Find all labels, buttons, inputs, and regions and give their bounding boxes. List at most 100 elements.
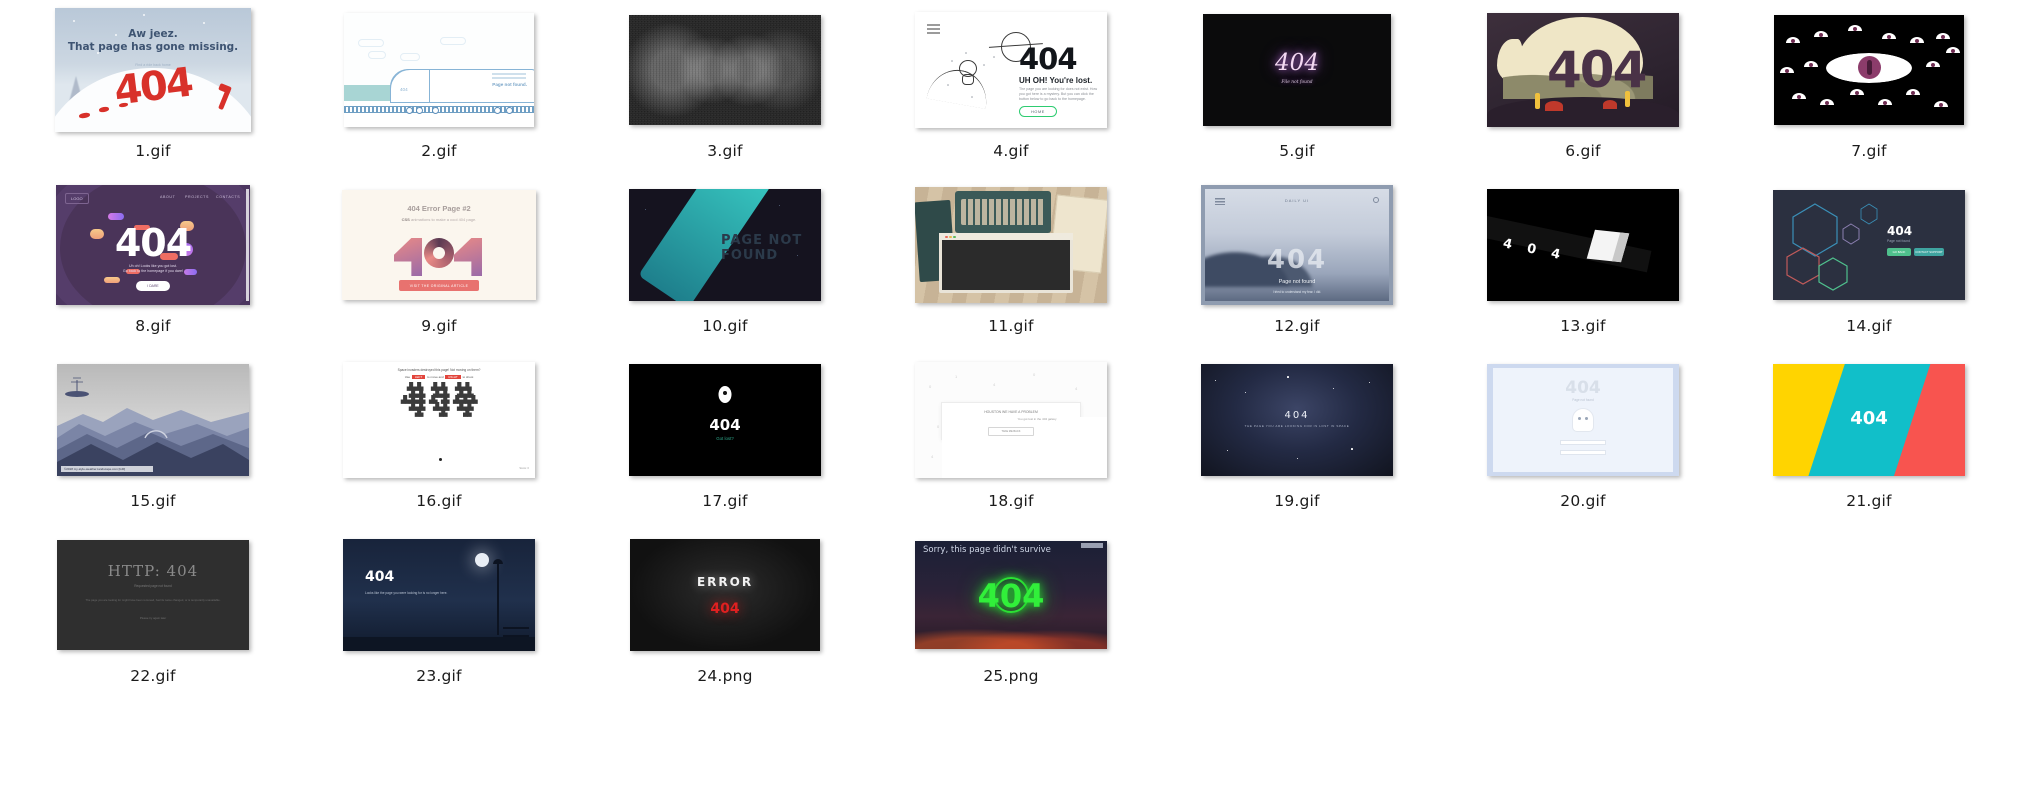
file-item[interactable]: 404 THE PAGE YOU ARE LOOKING FOR IS LOST… [1154,358,1440,533]
hamburger-icon [927,24,940,34]
thumb-2-number: 404 [400,87,408,92]
thumbnail-6[interactable]: 404 [1487,13,1679,127]
thumbnail-container[interactable]: Space invaders destroyed this page! Not … [296,358,582,482]
thumbnail-10[interactable]: PAGE NOT FOUND [629,189,821,301]
thumbnail-9[interactable]: 404 Error Page #2 CSS animations to make… [342,190,536,300]
file-item[interactable]: 404 21.gif [1726,358,2012,533]
file-item[interactable]: DAILY UI 404 Page not found I tried to u… [1154,183,1440,358]
thumbnail-24[interactable]: ERROR 404 [630,539,820,651]
file-item[interactable]: 7.gif [1726,8,2012,183]
thumbnail-container[interactable] [582,8,868,132]
thumb-8-nav-contacts: CONTACTS [216,195,241,199]
thumb-14-number: 404 [1887,224,1913,238]
thumbnail-7[interactable] [1774,15,1964,125]
thumb-19-number: 404 [1284,410,1310,421]
file-item[interactable]: Page not found. 404 2.gif [296,8,582,183]
thumbnail-1[interactable]: Find a ride back home 404 Aw jeez. That … [55,8,251,132]
thumbnail-17[interactable]: 404 Got lost? [629,364,821,476]
thumbnail-15[interactable]: ©2018 my-style-weather-landscape.com [GI… [57,364,249,476]
file-label: 6.gif [1565,142,1601,160]
thumbnail-11[interactable] [915,187,1107,303]
thumbnail-16[interactable]: Space invaders destroyed this page! Not … [343,362,535,478]
file-item[interactable]: 4 0 4 13.gif [1440,183,1726,358]
thumbnail-21[interactable]: 404 [1773,364,1965,476]
thumb-15-credit: ©2018 my-style-weather-landscape.com [GI… [61,466,153,472]
thumbnail-container[interactable]: 404 UH OH! You're lost. The page you are… [868,8,1154,132]
thumbnail-container[interactable]: PAGE NOT FOUND [582,183,868,307]
file-item[interactable]: 404 6.gif [1440,8,1726,183]
thumbnail-container[interactable]: DAILY UI 404 Page not found I tried to u… [1154,183,1440,307]
thumb-4-paragraph: The page you are looking for does not ex… [1019,87,1098,101]
thumb-10-text: PAGE NOT FOUND [721,233,803,263]
thumbnail-container[interactable]: HTTP: 404 Requested page not found The p… [10,533,296,657]
thumbnail-14[interactable]: 404 Page not found GO BACK CONTACT SUPPO… [1773,190,1965,300]
thumb-20-number: 404 [1565,378,1601,398]
file-item[interactable]: 404 File not found 5.gif [1154,8,1440,183]
thumbnail-container[interactable]: 404 [1440,8,1726,132]
thumbnail-container[interactable]: 404 File not found [1154,8,1440,132]
thumb-17-caption: Got lost? [716,436,734,441]
thumbnail-5[interactable]: 404 File not found [1203,14,1391,126]
thumb-14-primary-button: GO BACK [1887,248,1911,256]
thumbnail-container[interactable] [868,183,1154,307]
file-item[interactable]: 404 Page not found GO BACK CONTACT SUPPO… [1726,183,2012,358]
snowflake-icon [73,20,75,22]
thumbnail-container[interactable]: LOGO ABOUT PROJECTS CONTACTS 404 Uh oh! … [10,183,296,307]
thumbnail-container[interactable]: Find a ride back home 404 Aw jeez. That … [10,8,296,132]
file-item[interactable]: Sorry, this page didn't survive 404 25.p… [868,533,1154,708]
file-item[interactable]: Space invaders destroyed this page! Not … [296,358,582,533]
thumbnail-container[interactable]: 0 1 4 0 4 0 4 4 0 4 0 HOUSTON WE HAVE A … [868,358,1154,482]
file-item[interactable]: ERROR 404 24.png [582,533,868,708]
pupil-shape [1867,60,1872,75]
thumbnail-12[interactable]: DAILY UI 404 Page not found I tried to u… [1201,185,1393,305]
thumb-12-brand: DAILY UI [1284,198,1310,203]
file-item[interactable]: Find a ride back home 404 Aw jeez. That … [10,8,296,183]
file-label: 10.gif [702,317,748,335]
thumbnail-container[interactable]: Page not found. 404 [296,8,582,132]
file-label: 25.png [983,667,1039,685]
file-item[interactable]: 3.gif [582,8,868,183]
file-label: 11.gif [988,317,1034,335]
file-item[interactable]: 404 UH OH! You're lost. The page you are… [868,8,1154,183]
thumbnail-13[interactable]: 4 0 4 [1487,189,1679,301]
thumbnail-container[interactable]: 404 Got lost? [582,358,868,482]
thumbnail-2[interactable]: Page not found. 404 [344,13,534,127]
file-item[interactable]: 11.gif [868,183,1154,358]
thumbnail-22[interactable]: HTTP: 404 Requested page not found The p… [57,540,249,650]
thumbnail-container[interactable]: ©2018 my-style-weather-landscape.com [GI… [10,358,296,482]
thumbnail-19[interactable]: 404 THE PAGE YOU ARE LOOKING FOR IS LOST… [1201,364,1393,476]
thumbnail-container[interactable]: 404 Page not found [1440,358,1726,482]
thumbnail-container[interactable]: 404 [1726,358,2012,482]
thumbnail-container[interactable]: ERROR 404 [582,533,868,657]
file-item[interactable]: 404 Page not found 20.gif [1440,358,1726,533]
thumbnail-4[interactable]: 404 UH OH! You're lost. The page you are… [915,12,1107,128]
file-item[interactable]: 0 1 4 0 4 0 4 4 0 4 0 HOUSTON WE HAVE A … [868,358,1154,533]
file-item[interactable]: HTTP: 404 Requested page not found The p… [10,533,296,708]
thumbnail-container[interactable]: 404 Looks like the page you were looking… [296,533,582,657]
thumbnail-container[interactable]: 4 0 4 [1440,183,1726,307]
thumb-4-heading: UH OH! You're lost. [1019,76,1093,85]
thumbnail-18[interactable]: 0 1 4 0 4 0 4 4 0 4 0 HOUSTON WE HAVE A … [915,362,1107,478]
thumb-5-number: 404 [1275,50,1319,76]
file-item[interactable]: 404 Got lost? 17.gif [582,358,868,533]
file-item[interactable]: 404 Error Page #2 CSS animations to make… [296,183,582,358]
file-item[interactable]: 404 Looks like the page you were looking… [296,533,582,708]
thumbnail-container[interactable]: 404 Error Page #2 CSS animations to make… [296,183,582,307]
file-item[interactable]: ©2018 my-style-weather-landscape.com [GI… [10,358,296,533]
file-item[interactable]: LOGO ABOUT PROJECTS CONTACTS 404 Uh oh! … [10,183,296,358]
thumbnail-23[interactable]: 404 Looks like the page you were looking… [343,539,535,651]
thumb-9-subheading: CSS animations to make a cool 404 page. [401,217,477,222]
thumbnail-20[interactable]: 404 Page not found [1487,364,1679,476]
file-label: 18.gif [988,492,1034,510]
file-label: 13.gif [1560,317,1606,335]
thumbnail-3[interactable] [629,15,821,125]
thumbnail-container[interactable]: Sorry, this page didn't survive 404 [868,533,1154,657]
thumbnail-25[interactable]: Sorry, this page didn't survive 404 [915,541,1107,649]
thumbnail-8[interactable]: LOGO ABOUT PROJECTS CONTACTS 404 Uh oh! … [56,185,250,305]
file-label: 14.gif [1846,317,1892,335]
thumbnail-container[interactable]: 404 THE PAGE YOU ARE LOOKING FOR IS LOST… [1154,358,1440,482]
thumbnail-container[interactable]: 404 Page not found GO BACK CONTACT SUPPO… [1726,183,2012,307]
file-item[interactable]: PAGE NOT FOUND 10.gif [582,183,868,358]
thumbnail-container[interactable] [1726,8,2012,132]
thumb-22-line1: Requested page not found [134,584,172,588]
